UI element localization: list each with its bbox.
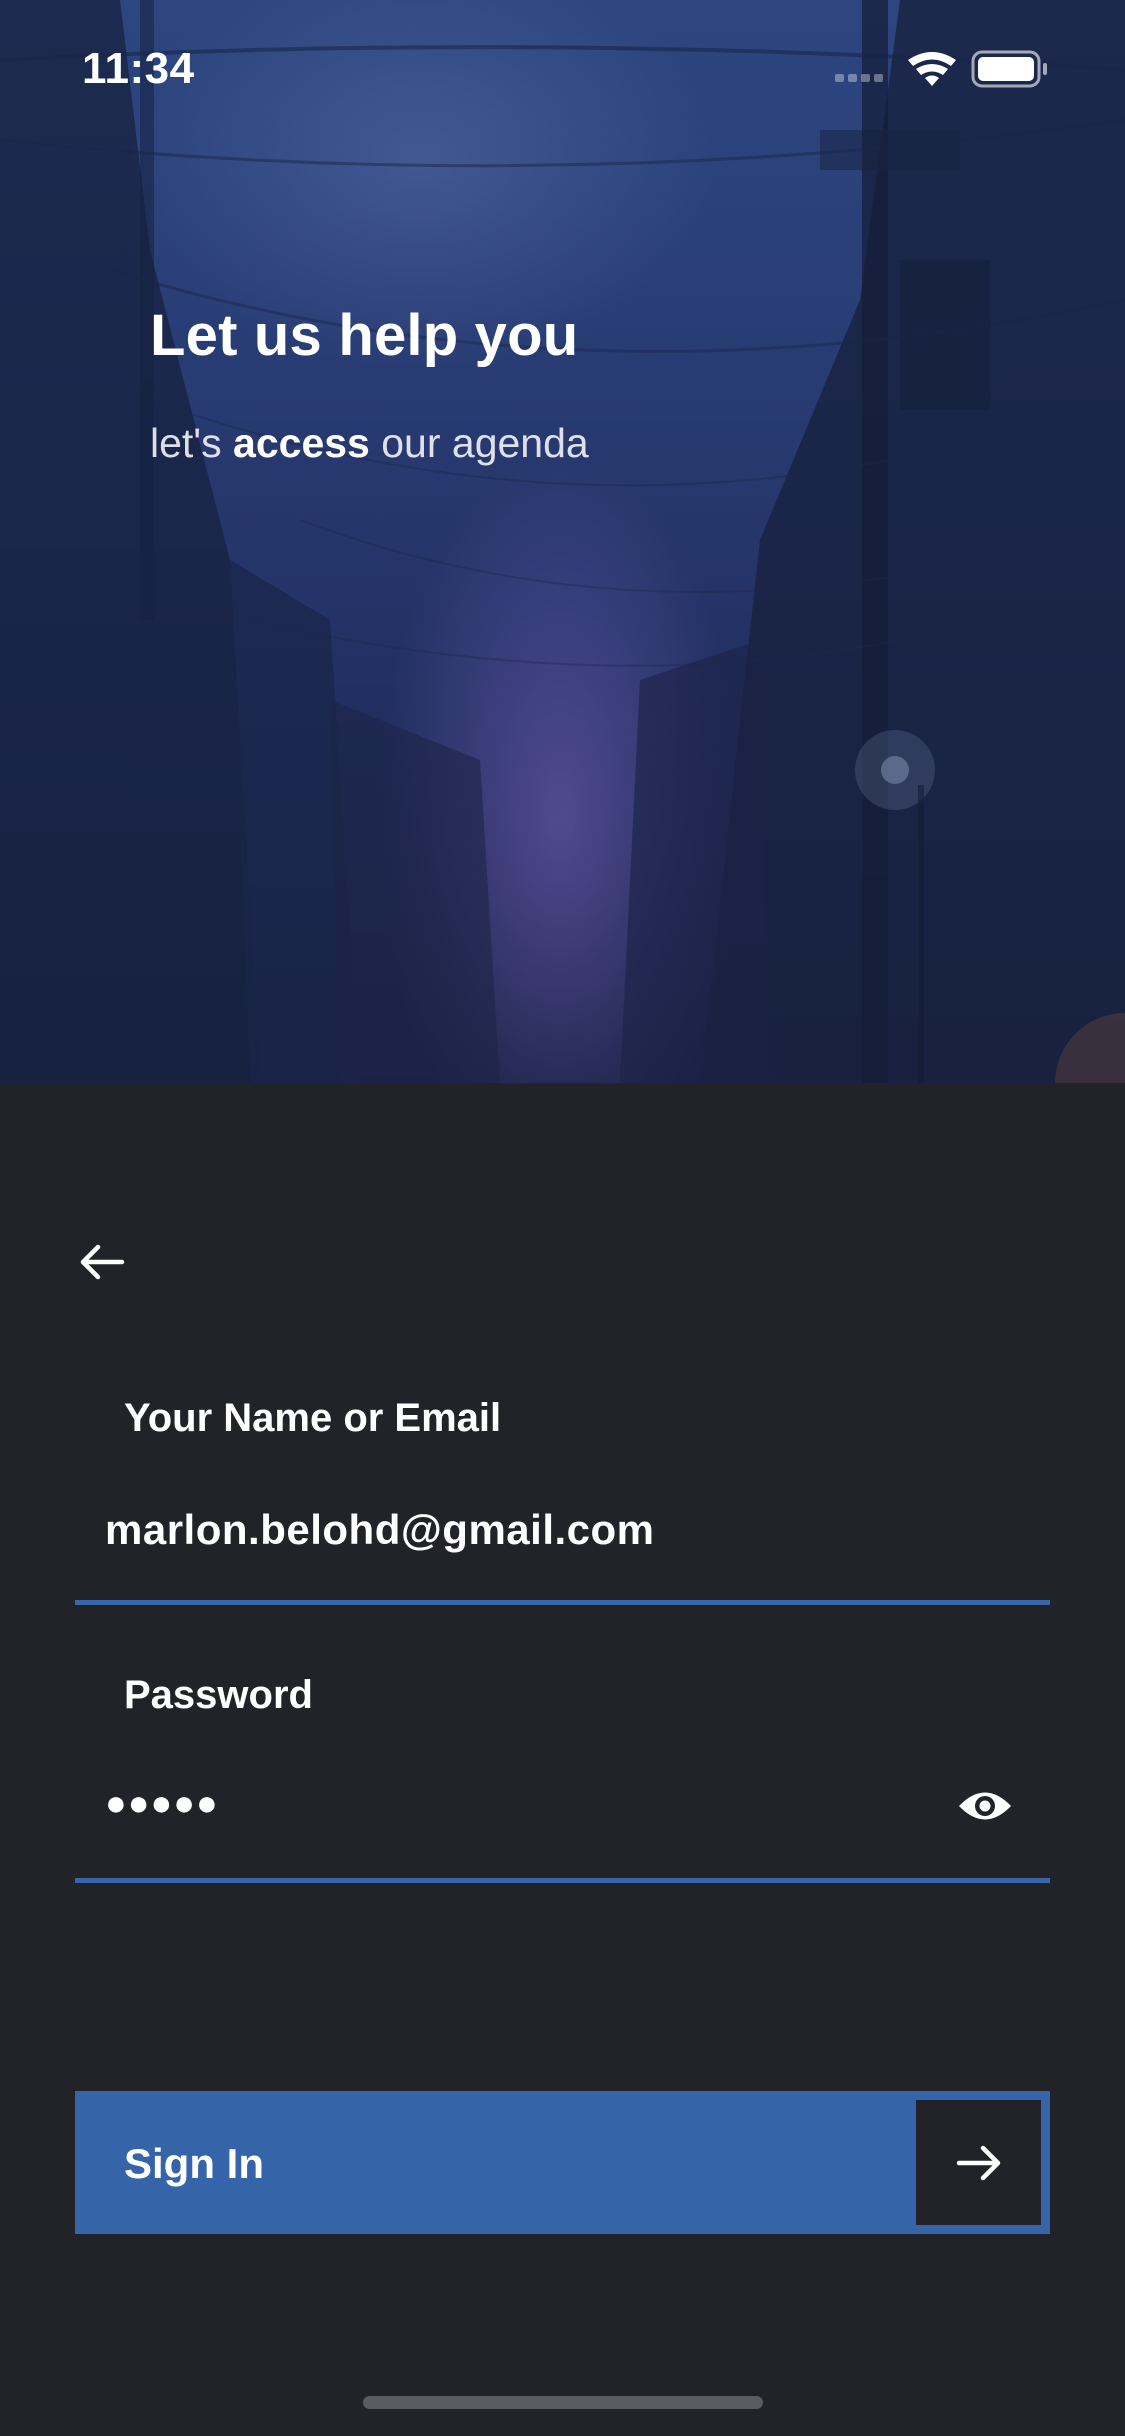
password-input[interactable]: ●●●●● (105, 1782, 219, 1824)
hero-title: Let us help you (150, 303, 579, 368)
email-field-underline (75, 1600, 1050, 1605)
arrow-right-icon (956, 2145, 1000, 2180)
wifi-icon (908, 52, 956, 86)
hero-banner: 11:34 Let us help you let's access our a… (0, 0, 1125, 1083)
hero-subtitle-suffix: our agenda (369, 420, 589, 466)
street-background-image (0, 0, 1125, 1083)
battery-icon (971, 50, 1047, 88)
sign-in-label: Sign In (124, 2140, 264, 2187)
sign-in-arrow-box[interactable] (916, 2100, 1041, 2225)
sign-in-button[interactable]: Sign In (75, 2091, 1050, 2234)
status-icons (835, 50, 1047, 88)
status-time: 11:34 (82, 44, 195, 93)
email-input[interactable]: marlon.belohd@gmail.com (105, 1506, 655, 1554)
email-field-label: Your Name or Email (124, 1396, 502, 1440)
hero-subtitle-emphasis: access (233, 420, 370, 466)
hero-subtitle-prefix: let's (150, 420, 234, 466)
home-indicator (363, 2396, 763, 2409)
arrow-left-icon (80, 1244, 125, 1280)
password-field-underline (75, 1878, 1050, 1883)
password-visibility-toggle[interactable] (950, 1780, 1020, 1832)
cellular-signal-icon (835, 74, 883, 82)
eye-icon (959, 1792, 1011, 1820)
password-field-label: Password (124, 1673, 313, 1717)
back-button[interactable] (70, 1230, 134, 1294)
status-bar: 11:34 (0, 0, 1125, 140)
hero-subtitle: let's access our agenda (150, 420, 589, 467)
